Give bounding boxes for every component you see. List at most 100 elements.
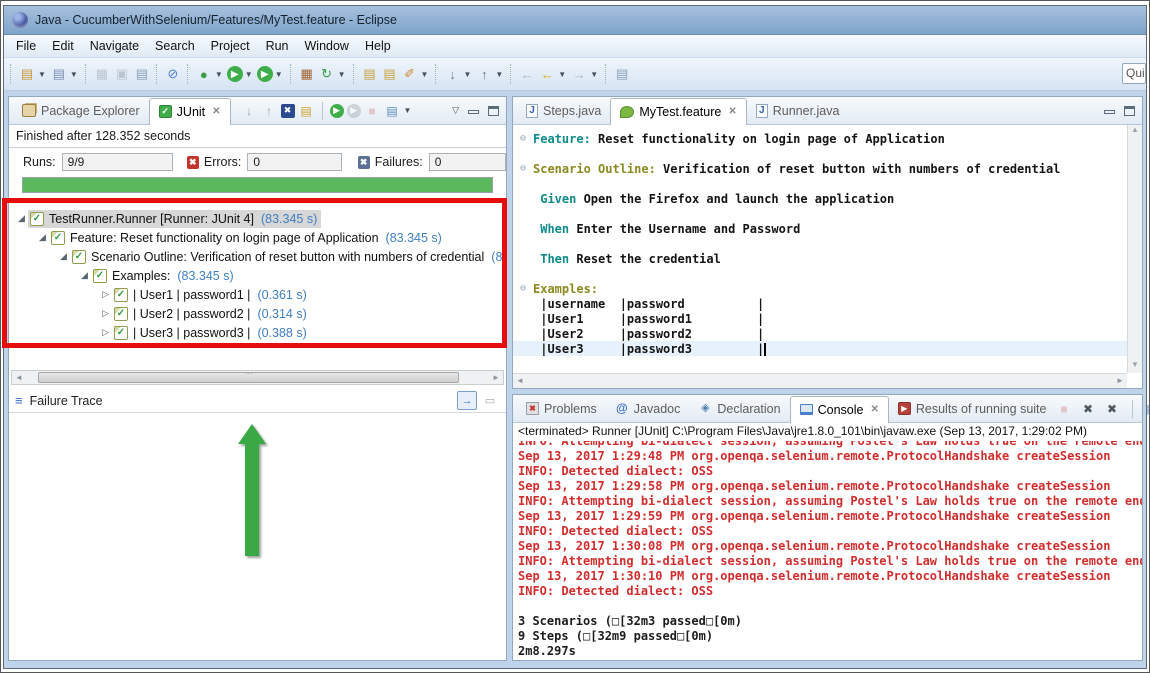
minimize-icon[interactable] xyxy=(468,110,479,114)
expanded-icon[interactable]: ◢ xyxy=(78,270,91,281)
link-with-editor-icon[interactable]: ▤ xyxy=(613,65,631,83)
menu-help[interactable]: Help xyxy=(357,36,399,56)
debug-dropdown-icon[interactable]: ▼ xyxy=(215,70,223,79)
console-tab-javadoc[interactable]: @Javadoc xyxy=(606,395,690,422)
menu-run[interactable]: Run xyxy=(258,36,297,56)
collapsed-icon[interactable]: ▷ xyxy=(99,289,112,300)
new-java-element-dropdown-icon[interactable]: ▼ xyxy=(70,70,78,79)
editor-tab-runner-java[interactable]: JRunner.java xyxy=(747,97,849,124)
refresh-task-icon[interactable]: ↻ xyxy=(318,65,336,83)
console-tab-results-of-running-suite[interactable]: ▶Results of running suite xyxy=(889,395,1056,422)
back-dropdown-icon[interactable]: ▼ xyxy=(558,70,566,79)
fold-collapse-icon[interactable]: ⊖ xyxy=(513,283,533,294)
test-run-history-icon[interactable]: ▤ xyxy=(384,102,401,119)
editor-vertical-scrollbar[interactable]: ▲ ▼ xyxy=(1127,125,1142,373)
new-java-project-icon[interactable]: ▦ xyxy=(298,65,316,83)
terminate-icon[interactable]: ■ xyxy=(1056,400,1073,417)
scroll-down-icon[interactable]: ▼ xyxy=(1128,360,1142,373)
new-wizard-icon[interactable]: ▤ xyxy=(18,65,36,83)
quick-access-input[interactable]: Quick Access xyxy=(1122,63,1146,84)
expanded-icon[interactable]: ◢ xyxy=(57,251,70,262)
test-tree-row[interactable]: ◢✓TestRunner.Runner [Runner: JUnit 4](83… xyxy=(11,209,504,228)
maximize-icon[interactable] xyxy=(488,106,499,116)
close-icon[interactable]: ✕ xyxy=(728,106,736,117)
next-failed-test-icon[interactable]: ↓ xyxy=(241,102,258,119)
collapsed-icon[interactable]: ▷ xyxy=(99,308,112,319)
console-tab-problems[interactable]: ✖Problems xyxy=(517,395,606,422)
rerun-failed-tests-first-icon[interactable]: ▶ xyxy=(347,104,361,118)
run-coverage-dropdown-icon[interactable]: ▼ xyxy=(275,70,283,79)
scroll-right-icon[interactable]: ► xyxy=(1113,374,1127,387)
previous-failed-test-icon[interactable]: ↑ xyxy=(261,102,278,119)
test-tree-row[interactable]: ▷✓| User3 | password3 |(0.388 s) xyxy=(11,323,504,342)
fold-collapse-icon[interactable]: ⊖ xyxy=(513,163,533,174)
forward-dropdown-icon[interactable]: ▼ xyxy=(590,70,598,79)
close-icon[interactable]: ✕ xyxy=(870,404,878,415)
console-tab-console[interactable]: Console✕ xyxy=(790,396,889,423)
editor-tab-steps-java[interactable]: JSteps.java xyxy=(517,97,610,124)
save-all-icon[interactable]: ▣ xyxy=(113,65,131,83)
debug-icon[interactable]: ● xyxy=(195,65,213,83)
minimize-icon[interactable] xyxy=(1104,110,1115,114)
run-coverage-icon[interactable]: ▶ xyxy=(257,66,273,82)
left-tab-package-explorer[interactable]: Package Explorer xyxy=(13,97,149,124)
menu-project[interactable]: Project xyxy=(203,36,258,56)
scroll-up-icon[interactable]: ▲ xyxy=(1128,125,1142,138)
test-tree-row[interactable]: ◢✓Examples:(83.345 s) xyxy=(11,266,504,285)
back-icon[interactable]: ← xyxy=(538,65,556,83)
console-tab-declaration[interactable]: ◈Declaration xyxy=(689,395,789,422)
menu-file[interactable]: File xyxy=(8,36,44,56)
test-tree-row[interactable]: ▷✓| User1 | password1 |(0.361 s) xyxy=(11,285,504,304)
next-annotation-icon[interactable]: ↓ xyxy=(443,65,461,83)
run-icon[interactable]: ▶ xyxy=(227,66,243,82)
show-failures-only-icon[interactable]: ✖ xyxy=(281,104,295,118)
skip-all-breakpoints-icon[interactable]: ⊘ xyxy=(164,65,182,83)
menu-edit[interactable]: Edit xyxy=(44,36,82,56)
editor-horizontal-scrollbar[interactable]: ◄ ► xyxy=(513,373,1127,388)
left-tab-junit[interactable]: ✓JUnit✕ xyxy=(149,98,231,125)
open-resource-icon[interactable]: ▤ xyxy=(361,65,379,83)
new-wizard-dropdown-icon[interactable]: ▼ xyxy=(38,70,46,79)
search-icon[interactable]: ✐ xyxy=(401,65,419,83)
show-skipped-tests-icon[interactable]: ▤ xyxy=(298,102,315,119)
console-log[interactable]: INFO: Attempting bi-dialect session, ass… xyxy=(513,440,1142,660)
test-tree-row[interactable]: ◢✓Scenario Outline: Verification of rese… xyxy=(11,247,504,266)
refresh-task-dropdown-icon[interactable]: ▼ xyxy=(338,70,346,79)
menu-navigate[interactable]: Navigate xyxy=(82,36,147,56)
view-menu-icon[interactable]: ▽ xyxy=(452,105,459,116)
show-stacktrace-in-console-button[interactable]: → xyxy=(457,391,477,410)
maximize-icon[interactable] xyxy=(1124,106,1135,116)
search-dropdown-icon[interactable]: ▼ xyxy=(421,70,429,79)
scroll-right-icon[interactable]: ► xyxy=(489,371,503,384)
expanded-icon[interactable]: ◢ xyxy=(36,232,49,243)
scroll-left-icon[interactable]: ◄ xyxy=(12,371,26,384)
forward-icon[interactable]: → xyxy=(570,65,588,83)
test-tree-row[interactable]: ◢✓Feature: Reset functionality on login … xyxy=(11,228,504,247)
scroll-left-icon[interactable]: ◄ xyxy=(513,374,527,387)
fold-collapse-icon[interactable]: ⊖ xyxy=(513,133,533,144)
junit-horizontal-scrollbar[interactable]: ◄ ► xyxy=(11,370,504,385)
collapsed-icon[interactable]: ▷ xyxy=(99,327,112,338)
close-icon[interactable]: ✕ xyxy=(212,106,220,117)
next-annotation-dropdown-icon[interactable]: ▼ xyxy=(463,70,471,79)
test-tree-row[interactable]: ▷✓| User2 | password2 |(0.314 s) xyxy=(11,304,504,323)
previous-annotation-dropdown-icon[interactable]: ▼ xyxy=(495,70,503,79)
clear-console-icon[interactable]: ▤ xyxy=(1144,400,1150,417)
editor-tab-mytest-feature[interactable]: MyTest.feature✕ xyxy=(610,98,746,125)
open-folder-icon[interactable]: ▤ xyxy=(381,65,399,83)
scrollbar-thumb[interactable] xyxy=(38,372,459,383)
feature-editor[interactable]: ⊖Feature: Reset functionality on login p… xyxy=(513,125,1127,373)
save-icon[interactable]: ▦ xyxy=(93,65,111,83)
new-java-element-icon[interactable]: ▤ xyxy=(50,65,68,83)
rerun-test-icon[interactable]: ▶ xyxy=(330,104,344,118)
remove-launch-icon[interactable]: ✖ xyxy=(1080,400,1097,417)
remove-all-terminated-icon[interactable]: ✖ xyxy=(1104,400,1121,417)
expanded-icon[interactable]: ◢ xyxy=(15,213,28,224)
print-icon[interactable]: ▤ xyxy=(133,65,151,83)
title-bar[interactable]: Java - CucumberWithSelenium/Features/MyT… xyxy=(4,6,1146,35)
previous-annotation-icon[interactable]: ↑ xyxy=(475,65,493,83)
menu-window[interactable]: Window xyxy=(297,36,357,56)
last-edit-location-icon[interactable]: ← xyxy=(518,65,536,83)
run-dropdown-icon[interactable]: ▼ xyxy=(245,70,253,79)
menu-search[interactable]: Search xyxy=(147,36,203,56)
